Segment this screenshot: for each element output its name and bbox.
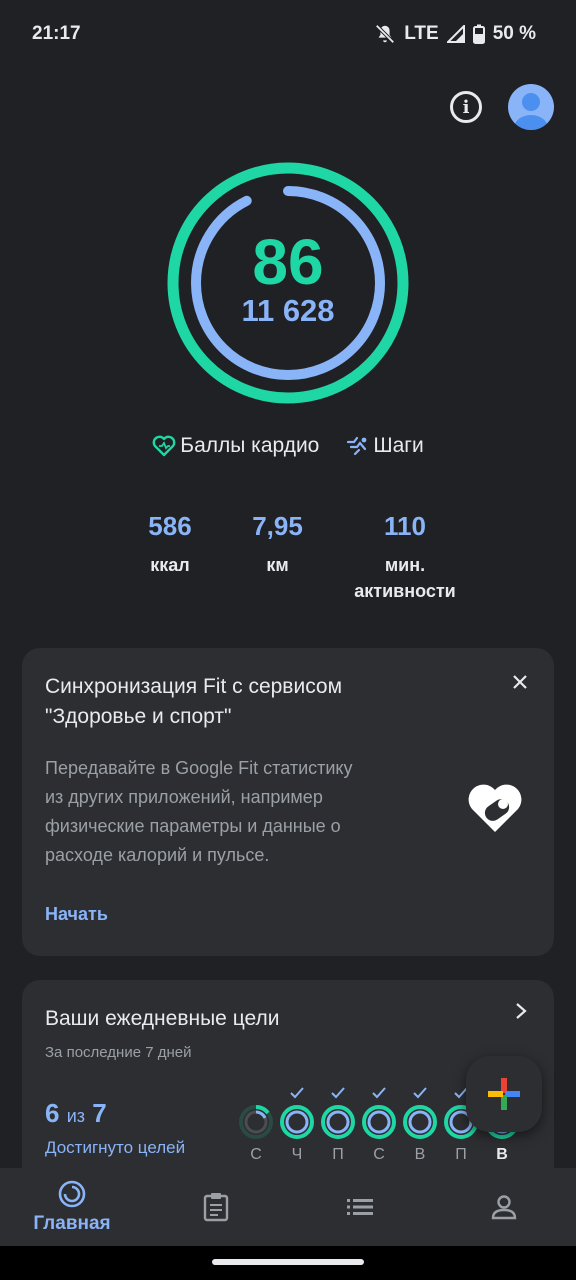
battery-icon — [472, 24, 485, 44]
goals-of: из — [66, 1106, 86, 1126]
active-minutes-label-line1: мин. — [384, 555, 426, 575]
heart-icon — [152, 435, 176, 457]
day-label: В — [496, 1146, 508, 1163]
goals-total: 7 — [92, 1098, 107, 1128]
distance-label: км — [266, 555, 289, 575]
rings-values: 86 11 628 — [165, 160, 411, 406]
sync-desc-line4: расходе калорий и пульсе. — [45, 845, 270, 865]
calories-value: 586 — [148, 511, 192, 541]
account-icon — [514, 93, 548, 130]
rings-legend: Баллы кардио Шаги — [0, 434, 576, 458]
status-bar: 21:17 LTE 50 % — [0, 0, 576, 68]
avatar[interactable] — [508, 84, 554, 130]
goals-count: 6 из 7 — [45, 1098, 107, 1129]
calories-label: ккал — [150, 555, 190, 575]
goal-ring-partial — [239, 1105, 273, 1139]
sync-desc-line1: Передавайте в Google Fit статистику — [45, 758, 353, 778]
mute-icon — [375, 24, 395, 44]
plus-icon — [488, 1078, 520, 1110]
active-minutes-label: мин. активности — [335, 552, 475, 604]
day-label: Ч — [291, 1146, 303, 1163]
cardio-points-value: 86 — [252, 226, 324, 298]
nav-profile[interactable] — [432, 1168, 576, 1246]
goal-ring-complete — [280, 1105, 314, 1139]
sync-card-title: Синхронизация Fit с сервисом "Здоровье и… — [45, 672, 342, 732]
person-icon — [491, 1195, 517, 1220]
steps-icon — [347, 436, 367, 456]
sync-desc-line2: из других приложений, например — [45, 787, 323, 807]
stat-distance: 7,95 км — [220, 510, 335, 604]
add-button[interactable] — [466, 1056, 542, 1132]
activity-rings[interactable]: 86 11 628 — [165, 160, 411, 406]
sync-health-card: Синхронизация Fit с сервисом "Здоровье и… — [22, 648, 554, 956]
active-minutes-value: 110 — [384, 511, 426, 541]
goals-card-title: Ваши ежедневные цели — [45, 1007, 280, 1030]
nav-home-label: Главная — [33, 1213, 111, 1234]
day-label: С — [250, 1146, 262, 1163]
goal-ring-complete — [403, 1105, 437, 1139]
day-item: В — [402, 1084, 438, 1164]
goals-achieved-label: Достигнуто целей — [45, 1138, 186, 1157]
daily-stats: 586 ккал 7,95 км 110 мин. активности — [120, 510, 475, 604]
top-actions: i — [450, 84, 554, 130]
check-icon — [290, 1084, 304, 1102]
legend-steps-label: Шаги — [373, 434, 424, 457]
signal-icon — [446, 25, 465, 43]
sync-title-line1: Синхронизация Fit с сервисом — [45, 675, 343, 698]
day-label: В — [414, 1146, 426, 1163]
nav-browse[interactable] — [288, 1168, 432, 1246]
day-label: П — [332, 1146, 344, 1163]
distance-value: 7,95 — [252, 511, 303, 541]
list-icon — [347, 1199, 373, 1215]
check-icon — [372, 1084, 386, 1102]
status-time: 21:17 — [32, 23, 81, 44]
goal-ring-complete — [321, 1105, 355, 1139]
day-label: С — [373, 1146, 385, 1163]
goals-achieved: 6 — [45, 1098, 60, 1128]
stat-calories: 586 ккал — [120, 510, 220, 604]
health-connect-icon — [462, 782, 528, 841]
day-item: С — [361, 1084, 397, 1164]
nav-journal[interactable] — [144, 1168, 288, 1246]
nav-home[interactable]: Главная — [0, 1168, 144, 1246]
check-icon — [331, 1084, 345, 1102]
legend-steps: Шаги — [345, 434, 424, 458]
check-icon — [413, 1084, 427, 1102]
start-button[interactable]: Начать — [45, 904, 108, 925]
stat-active-minutes: 110 мин. активности — [335, 510, 475, 604]
active-minutes-label-line2: активности — [354, 581, 456, 601]
day-item: П — [320, 1084, 356, 1164]
gesture-handle[interactable] — [212, 1259, 364, 1265]
network-type: LTE — [404, 23, 439, 44]
clipboard-icon — [203, 1193, 229, 1222]
sync-title-line2: "Здоровье и спорт" — [45, 705, 232, 728]
day-item: Ч — [279, 1084, 315, 1164]
chevron-right-icon[interactable] — [514, 1002, 528, 1025]
status-icons: LTE 50 % — [374, 23, 536, 45]
legend-cardio: Баллы кардио — [152, 434, 319, 458]
day-label: П — [455, 1146, 467, 1163]
battery-percent: 50 % — [492, 23, 536, 44]
sync-desc-line3: физические параметры и данные о — [45, 816, 341, 836]
goals-subtitle: За последние 7 дней — [45, 1044, 192, 1061]
bottom-navigation: Главная — [0, 1168, 576, 1246]
sync-card-description: Передавайте в Google Fit статистику из д… — [45, 754, 405, 870]
close-icon[interactable] — [506, 668, 534, 696]
legend-cardio-label: Баллы кардио — [180, 434, 320, 457]
goal-ring-complete — [362, 1105, 396, 1139]
info-icon[interactable]: i — [450, 91, 482, 123]
steps-value: 11 628 — [241, 293, 335, 328]
day-item: С — [238, 1084, 274, 1164]
home-rings-icon — [58, 1180, 86, 1208]
